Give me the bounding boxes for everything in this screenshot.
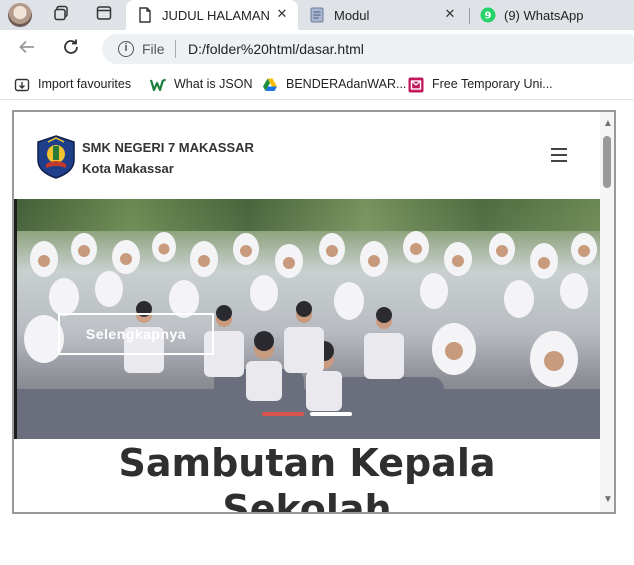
tab-title: (9) WhatsApp — [504, 8, 584, 23]
page-icon — [138, 7, 152, 23]
tab-strip: JUDUL HALAMAN ✕ Modul ✕ 9 (9) WhatsApp — [0, 0, 634, 30]
school-logo — [34, 134, 78, 180]
back-arrow-icon[interactable] — [16, 38, 38, 60]
w-logo-icon — [149, 77, 166, 93]
hero-edge — [14, 199, 17, 439]
scroll-up-icon[interactable]: ▲ — [603, 118, 613, 129]
section-title-line: Sambutan Kepala — [118, 441, 496, 485]
school-city: Kota Makassar — [82, 161, 174, 176]
doc-icon — [310, 7, 324, 23]
tab-title: JUDUL HALAMAN — [162, 8, 270, 23]
scheme-label: File — [142, 41, 165, 57]
site-header: SMK NEGERI 7 MAKASSAR Kota Makassar — [14, 112, 600, 199]
hero-carousel[interactable]: Selengkapnya — [14, 199, 600, 439]
carousel-indicator[interactable] — [310, 412, 352, 416]
bookmark-label: BENDERAdanWAR... — [286, 77, 407, 91]
tab-title: Modul — [334, 8, 370, 23]
bookmark-label: What is JSON — [174, 77, 253, 91]
page-viewport[interactable]: SMK NEGERI 7 MAKASSAR Kota Makassar Sele… — [12, 110, 616, 514]
tab-judul-halaman[interactable]: JUDUL HALAMAN ✕ — [126, 0, 298, 30]
address-divider — [175, 40, 176, 58]
close-icon[interactable]: ✕ — [274, 6, 290, 22]
profile-avatar[interactable] — [8, 3, 32, 27]
tab-whatsapp[interactable]: 9 (9) WhatsApp — [470, 0, 634, 30]
school-name: SMK NEGERI 7 MAKASSAR — [82, 140, 254, 155]
section-title-line: Sekolah — [222, 487, 392, 514]
close-icon[interactable]: ✕ — [442, 6, 458, 22]
drive-icon — [262, 77, 278, 93]
hero-read-more-button[interactable]: Selengkapnya — [58, 313, 214, 355]
tab-modul[interactable]: Modul ✕ — [298, 0, 466, 30]
reload-icon[interactable] — [60, 38, 82, 60]
address-bar[interactable]: i File D:/folder%20html/dasar.html — [102, 34, 634, 64]
bookmarks-bar: Import favourites What is JSON BENDERAda… — [0, 68, 634, 100]
import-icon — [14, 77, 30, 93]
whatsapp-icon: 9 — [480, 7, 496, 23]
hamburger-menu-icon[interactable] — [551, 148, 567, 162]
temp-mail-icon — [408, 77, 424, 93]
svg-text:9: 9 — [485, 11, 492, 22]
url-text[interactable]: D:/folder%20html/dasar.html — [188, 41, 364, 57]
scroll-thumb[interactable] — [603, 136, 611, 188]
scroll-down-icon[interactable]: ▼ — [603, 494, 613, 505]
bookmark-label: Import favourites — [38, 77, 132, 91]
carousel-indicator-active[interactable] — [262, 412, 304, 416]
bookmark-label: Free Temporary Uni... — [432, 77, 553, 91]
browser-toolbar: i File D:/folder%20html/dasar.html — [0, 30, 634, 68]
section-title: Sambutan Kepala Sekolah — [14, 440, 600, 514]
workspaces-icon[interactable] — [52, 5, 72, 25]
info-icon[interactable]: i — [118, 41, 134, 57]
page-scrollbar[interactable]: ▲ ▼ — [600, 112, 614, 512]
tab-actions-icon[interactable] — [94, 5, 114, 25]
